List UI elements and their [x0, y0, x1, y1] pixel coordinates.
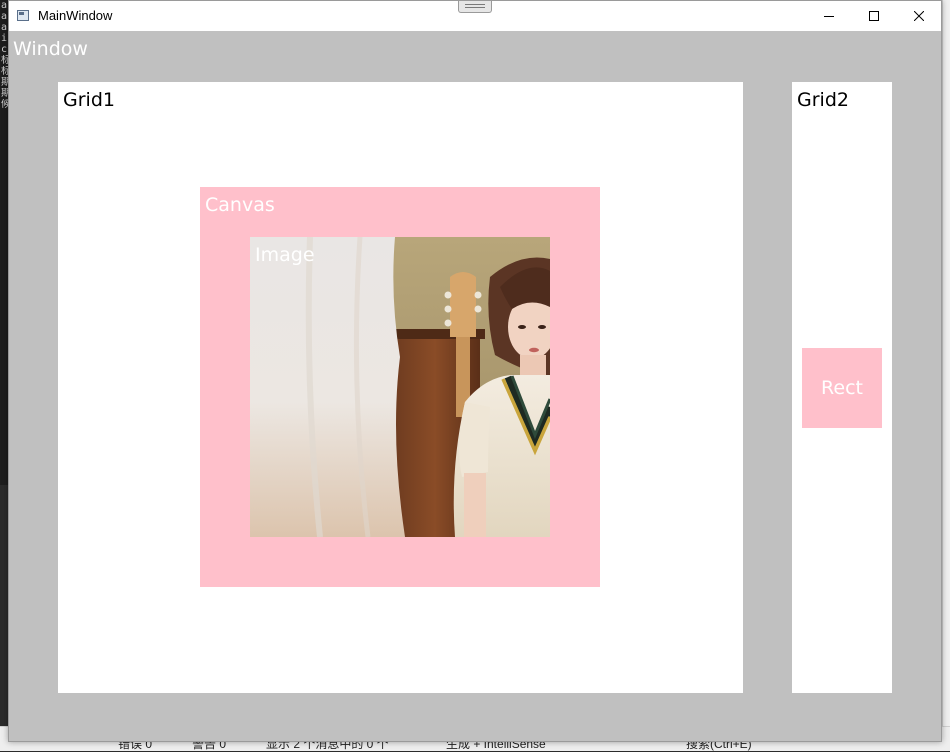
- window-client-area: Window Grid1 Canvas Image Grid2 Rect: [9, 31, 941, 741]
- grid1-label: Grid1: [63, 89, 115, 111]
- canvas: Canvas Image: [200, 187, 600, 587]
- photo-illustration: [250, 237, 550, 537]
- close-button[interactable]: [896, 1, 942, 31]
- maximize-icon: [869, 11, 879, 21]
- background-app-strip: [942, 0, 950, 726]
- main-window: MainWindow Window Grid1 Canvas Image Gri…: [8, 0, 942, 742]
- minimize-button[interactable]: [806, 1, 852, 31]
- app-icon[interactable]: [17, 10, 29, 21]
- title-bar[interactable]: MainWindow: [9, 1, 941, 31]
- grid2-label: Grid2: [797, 89, 849, 111]
- grid1: Grid1 Canvas Image: [58, 82, 743, 693]
- minimize-icon: [824, 16, 834, 17]
- photo-image: Image: [250, 237, 550, 537]
- canvas-label: Canvas: [205, 194, 275, 216]
- rect-label: Rect: [821, 377, 863, 399]
- grid2: Grid2 Rect: [792, 82, 892, 693]
- close-icon: [914, 11, 924, 21]
- window-title: MainWindow: [38, 8, 113, 23]
- maximize-button[interactable]: [851, 1, 897, 31]
- grip-handle[interactable]: [458, 1, 492, 13]
- window-label: Window: [13, 38, 88, 60]
- image-label: Image: [255, 244, 315, 266]
- rect: Rect: [802, 348, 882, 428]
